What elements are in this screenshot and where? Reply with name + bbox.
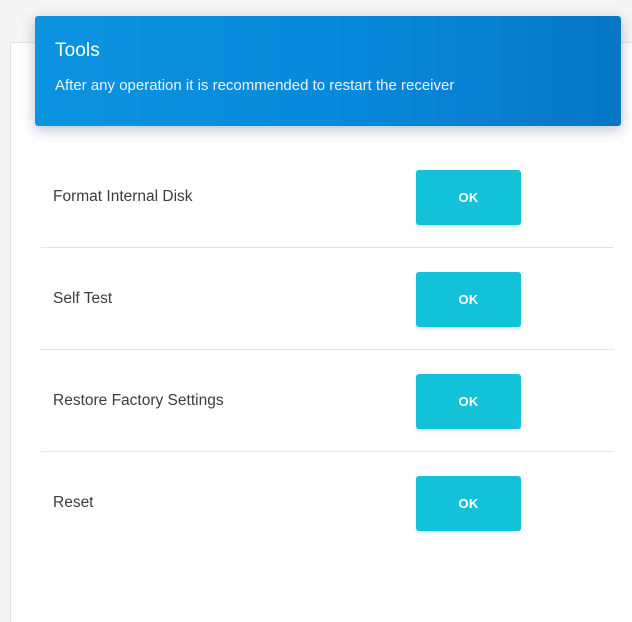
tool-row-reset: Reset OK bbox=[41, 452, 614, 554]
tool-row-self-test: Self Test OK bbox=[41, 248, 614, 350]
restore-factory-settings-ok-button[interactable]: OK bbox=[416, 374, 521, 429]
tool-label-reset: Reset bbox=[53, 494, 94, 511]
self-test-ok-button[interactable]: OK bbox=[416, 272, 521, 327]
tool-row-restore-factory-settings: Restore Factory Settings OK bbox=[41, 350, 614, 452]
card-title: Tools bbox=[55, 40, 100, 61]
tool-row-format-internal-disk: Format Internal Disk OK bbox=[41, 146, 614, 248]
tool-label-format-internal-disk: Format Internal Disk bbox=[53, 188, 193, 205]
card-subtitle: After any operation it is recommended to… bbox=[55, 77, 455, 94]
reset-ok-button[interactable]: OK bbox=[416, 476, 521, 531]
tools-card-header: Tools After any operation it is recommen… bbox=[35, 16, 621, 126]
tool-list: Format Internal Disk OK Self Test OK Res… bbox=[41, 146, 614, 554]
tool-label-self-test: Self Test bbox=[53, 290, 113, 307]
format-internal-disk-ok-button[interactable]: OK bbox=[416, 170, 521, 225]
tool-label-restore-factory-settings: Restore Factory Settings bbox=[53, 392, 224, 409]
